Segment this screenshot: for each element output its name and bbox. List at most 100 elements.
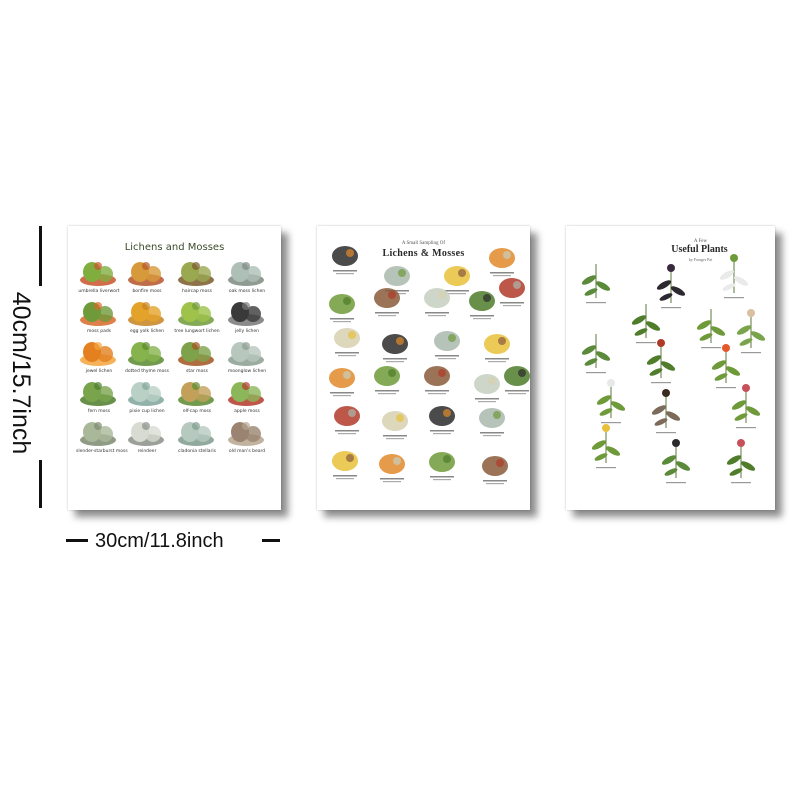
specimen-shape [444, 266, 470, 286]
specimen-shape [484, 334, 510, 354]
poster-2-illustrations [329, 246, 530, 485]
specimen-shape [329, 368, 355, 388]
caption-line [483, 435, 501, 437]
specimen-detail [493, 411, 501, 419]
caption-line [488, 361, 506, 363]
caption-line [425, 312, 449, 314]
caption-line [651, 382, 671, 384]
plant-leaf [660, 361, 676, 371]
specimen-detail [496, 459, 504, 467]
plant-leaf [591, 440, 607, 450]
plant-leaf [581, 345, 597, 355]
specimen-shape [482, 456, 508, 476]
specimen-detail [498, 337, 506, 345]
plant-leaf [725, 366, 741, 376]
specimen-cap [94, 342, 102, 350]
specimen-shape [499, 278, 525, 298]
caption-line [485, 358, 509, 360]
specimen-cap [242, 382, 250, 390]
specimen-shape [469, 291, 495, 311]
caption-line [438, 358, 456, 360]
specimen-detail [348, 409, 356, 417]
caption-line [445, 290, 469, 292]
poster-useful-plants: A Few Useful Plants by Forager Pat [566, 226, 775, 510]
specimen-cap [242, 422, 250, 430]
caption-line [386, 361, 404, 363]
plant-flower [662, 389, 670, 397]
caption-line [480, 432, 504, 434]
caption-line [483, 480, 507, 482]
caption-line [430, 476, 454, 478]
specimen-label: apple moss [234, 409, 260, 414]
caption-line [586, 372, 606, 374]
caption-line [378, 315, 396, 317]
specimen-cap [94, 382, 102, 390]
specimen-shape [384, 266, 410, 286]
caption-line [741, 352, 761, 354]
specimen-label: bonfire moss [132, 289, 162, 294]
caption-line [336, 478, 354, 480]
specimen-cap [242, 302, 250, 310]
specimen-shape [382, 334, 408, 354]
plant-leaf [595, 281, 611, 291]
plant-leaf [711, 360, 727, 370]
specimen-detail [388, 291, 396, 299]
caption-line [470, 315, 494, 317]
specimen-shape [504, 366, 530, 386]
caption-line [333, 270, 357, 272]
specimen-detail [393, 457, 401, 465]
plant-leaf [605, 446, 621, 456]
plant-leaf [595, 351, 611, 361]
plant-flower [667, 264, 675, 272]
caption-line [505, 390, 529, 392]
specimen-label: tree lungwort lichen [174, 329, 220, 334]
specimen-cap [94, 422, 102, 430]
specimen-detail [343, 297, 351, 305]
caption-line [378, 393, 396, 395]
plant-leaf [631, 315, 647, 325]
specimen-cap [192, 262, 200, 270]
caption-line [448, 293, 466, 295]
specimen-label: umbrella liverwort [78, 289, 120, 294]
plant-leaf [736, 325, 752, 335]
plant-leaf [646, 355, 662, 365]
specimen-label: jewel lichen [85, 369, 113, 374]
caption-line [661, 307, 681, 309]
specimen-cap [142, 262, 150, 270]
caption-line [601, 422, 621, 424]
specimen-detail [348, 331, 356, 339]
caption-line [383, 358, 407, 360]
caption-line [586, 302, 606, 304]
plant-leaf [610, 401, 626, 411]
specimen-detail [396, 414, 404, 422]
plant-flower [742, 384, 750, 392]
specimen-detail [346, 249, 354, 257]
specimen-label: haircap moss [182, 289, 212, 294]
caption-line [500, 302, 524, 304]
caption-line [636, 342, 656, 344]
specimen-shape [474, 374, 500, 394]
caption-line [380, 478, 404, 480]
specimen-label: moss pads [86, 329, 112, 334]
specimen-cap [242, 342, 250, 350]
plant-flower [672, 439, 680, 447]
specimen-detail [518, 369, 526, 377]
specimen-shape [374, 366, 400, 386]
specimen-cap [242, 262, 250, 270]
specimen-shape [332, 451, 358, 471]
caption-line [503, 305, 521, 307]
plant-flower [607, 379, 615, 387]
caption-line [386, 438, 404, 440]
caption-line [701, 347, 721, 349]
caption-line [478, 401, 496, 403]
poster-lichens-and-mosses: Lichens and Mosses umbrella liverwort bon… [68, 226, 281, 510]
specimen-cap [94, 262, 102, 270]
specimen-shape [382, 411, 408, 431]
caption-line [383, 481, 401, 483]
specimen-shape [429, 406, 455, 426]
specimen-detail [443, 409, 451, 417]
specimen-shape [434, 331, 460, 351]
specimen-shape [429, 452, 455, 472]
specimen-detail [513, 281, 521, 289]
height-dimension-label: 40cm/15.7inch [7, 291, 35, 455]
